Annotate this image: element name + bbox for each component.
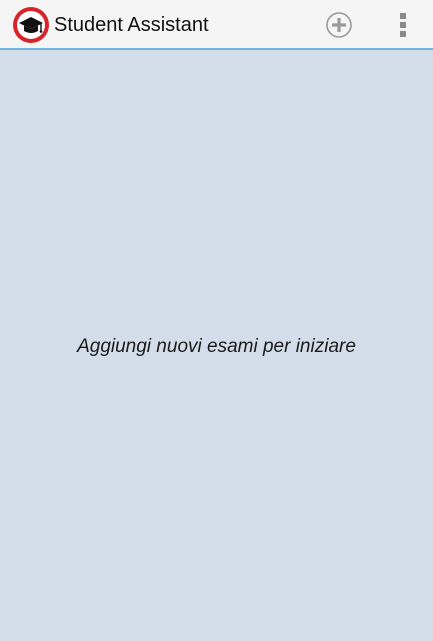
overflow-menu-button[interactable] xyxy=(393,11,413,39)
exam-list-area: Aggiungi nuovi esami per iniziare xyxy=(0,50,433,641)
app-title: Student Assistant xyxy=(54,14,209,36)
add-circle-icon xyxy=(326,12,352,38)
empty-state-message: Aggiungi nuovi esami per iniziare xyxy=(77,336,356,357)
add-exam-button[interactable] xyxy=(323,9,355,41)
graduation-cap-icon[interactable] xyxy=(12,6,50,44)
action-bar: Student Assistant xyxy=(0,0,433,50)
more-vert-icon xyxy=(400,13,406,19)
